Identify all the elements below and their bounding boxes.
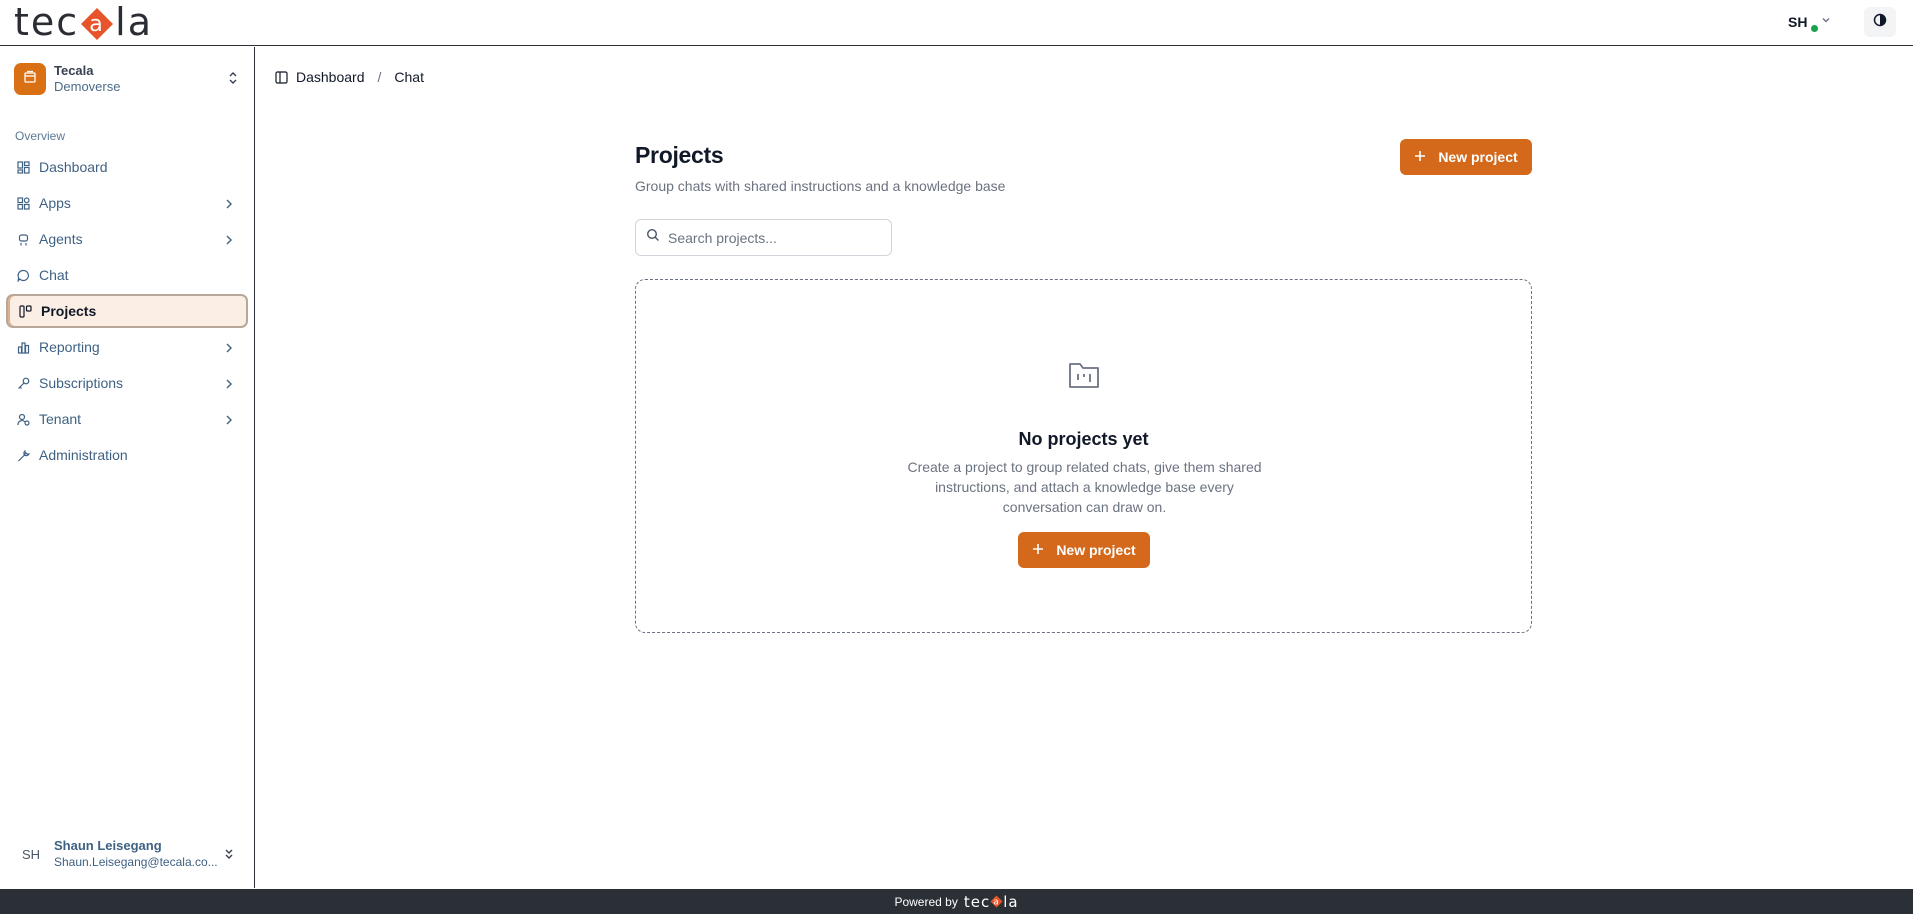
search-input[interactable] [668,229,888,246]
sidebar-item-reporting[interactable]: Reporting [6,330,248,364]
page-title: Projects [635,142,724,168]
sidebar-item-dashboard[interactable]: Dashboard [6,150,248,184]
sidebar-item-label: Subscriptions [39,375,124,391]
tenant-subtitle: Demoverse [54,79,121,94]
sidebar-item-tenant[interactable]: Tenant [6,402,248,436]
contrast-icon [1873,13,1887,32]
sidebar-item-label: Administration [39,447,128,463]
bar-chart-icon [16,340,30,354]
new-project-label: New project [1438,149,1518,165]
footer-logo-text-start: tec [963,892,991,911]
new-project-label: New project [1056,542,1136,558]
empty-state-card: No projects yet Create a project to grou… [635,279,1532,633]
plus-icon [1032,542,1044,558]
tenant-switcher[interactable]: Tecala Demoverse [14,61,240,97]
sidebar-item-label: Chat [39,267,69,283]
logo-text-start: tec [14,0,80,44]
chevron-right-icon [224,341,234,357]
user-menu[interactable]: SH [1788,8,1832,36]
empty-state-description: Create a project to group related chats,… [907,459,1262,515]
breadcrumb-separator: / [377,69,382,85]
sidebar-item-administration[interactable]: Administration [6,438,248,472]
breadcrumb-chat[interactable]: Chat [394,69,424,85]
chevron-right-icon [224,413,234,429]
sidebar: Tecala Demoverse Overview Dashboard Apps… [0,47,255,888]
sidebar-toggle-icon[interactable] [275,70,288,84]
empty-new-project-button[interactable]: New project [1018,532,1150,568]
sidebar-item-label: Agents [39,231,83,247]
logo-text-end: la [115,0,154,44]
sidebar-item-label: Reporting [39,339,100,355]
chevron-right-icon [224,197,234,213]
search-icon [646,228,660,247]
footer-tecala-logo: tec a la [964,893,1019,911]
sidebar-item-label: Projects [41,303,97,319]
chevron-right-icon [224,233,234,249]
search-projects-field[interactable] [635,219,892,256]
breadcrumb-dashboard[interactable]: Dashboard [296,69,365,85]
theme-toggle-button[interactable] [1864,7,1896,37]
wrench-icon [16,448,30,462]
chevrons-up-down-icon [226,69,240,92]
powered-by-text: Powered by [894,894,958,909]
tenant-icon [16,412,30,426]
chat-bubble-icon [16,268,30,282]
projects-icon [18,304,32,318]
footer: Powered by tec a la [0,889,1913,914]
user-profile-menu[interactable]: SH Shaun Leisegang Shaun.Leisegang@tecal… [0,831,254,877]
sidebar-item-chat[interactable]: Chat [6,258,248,292]
sidebar-nav: Dashboard Apps Agents Chat Projects Repo… [6,150,248,474]
new-project-button[interactable]: New project [1400,139,1532,175]
key-icon [16,376,30,390]
sidebar-item-label: Apps [39,195,71,211]
section-label-overview: Overview [15,129,66,143]
footer-logo-a-diamond-icon: a [990,895,1003,908]
top-bar: tec a la SH [0,0,1913,46]
tecala-logo[interactable]: tec a la [14,0,153,44]
svg-text:a: a [993,898,1000,908]
breadcrumb: Dashboard / Chat [275,68,424,86]
user-initials: SH [1788,14,1808,30]
sidebar-item-apps[interactable]: Apps [6,186,248,220]
sidebar-item-subscriptions[interactable]: Subscriptions [6,366,248,400]
sidebar-item-agents[interactable]: Agents [6,222,248,256]
chevron-down-icon [1820,13,1832,31]
chevron-right-icon [224,377,234,393]
footer-logo-text-end: la [1003,892,1019,911]
folder-kanban-icon [1068,360,1100,395]
avatar: SH [21,846,41,862]
sidebar-item-label: Tenant [39,411,82,427]
profile-email: Shaun.Leisegang@tecala.co... [54,855,218,869]
plus-icon [1414,149,1426,165]
apps-icon [16,196,30,210]
profile-name: Shaun Leisegang [54,838,162,853]
empty-state-title: No projects yet [1018,429,1149,449]
online-status-dot [1810,24,1819,33]
tenant-name: Tecala [54,63,94,78]
cube-icon [22,69,38,90]
logo-a-diamond-icon: a [80,5,114,40]
tenant-badge [14,63,46,95]
chevrons-down-icon [223,847,235,866]
page-subtitle: Group chats with shared instructions and… [635,178,1006,194]
dashboard-icon [16,160,30,174]
agents-icon [16,232,30,246]
sidebar-item-projects[interactable]: Projects [6,294,248,328]
svg-text:a: a [89,12,104,37]
sidebar-item-label: Dashboard [39,159,108,175]
